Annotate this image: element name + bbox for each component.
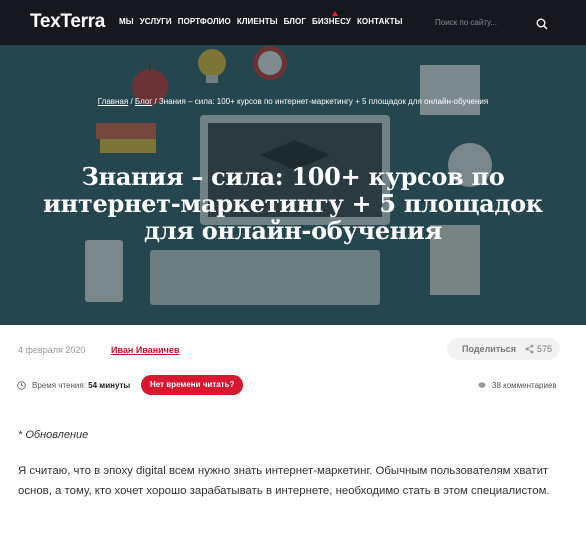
breadcrumb-blog[interactable]: Блог: [135, 97, 152, 106]
nav-item-business[interactable]: БИЗНЕСУ: [311, 11, 351, 26]
comments-link[interactable]: 38 комментариев: [492, 381, 557, 390]
site-search: [435, 12, 550, 34]
business-flag-icon: [331, 11, 338, 16]
reading-meta: Время чтения: 54 минуты Нет времени чита…: [0, 374, 586, 398]
share-icon: [525, 344, 534, 354]
share-count: 575: [537, 344, 553, 354]
search-icon[interactable]: [536, 18, 548, 30]
update-note: * Обновление: [18, 429, 89, 441]
reading-time: Время чтения: 54 минуты: [32, 381, 130, 390]
reading-time-label: Время чтения:: [32, 381, 86, 390]
site-logo[interactable]: TexTerra: [30, 11, 105, 33]
share-label: Поделиться: [462, 344, 517, 354]
share-button[interactable]: Поделиться 575: [447, 338, 560, 360]
breadcrumb-home[interactable]: Главная: [98, 97, 128, 106]
author-link[interactable]: Иван Иваничев: [111, 345, 179, 355]
breadcrumb-separator: /: [130, 97, 133, 106]
site-header: TexTerra МЫ УСЛУГИ ПОРТФОЛИО КЛИЕНТЫ БЛО…: [0, 0, 586, 45]
main-nav: МЫ УСЛУГИ ПОРТФОЛИО КЛИЕНТЫ БЛОГ БИЗНЕСУ…: [119, 11, 403, 26]
page-title: Знания – сила: 100+ курсов по интернет-м…: [43, 162, 543, 245]
search-input[interactable]: [435, 12, 535, 33]
reading-time-value: 54 минуты: [88, 381, 131, 390]
comment-icon: [478, 382, 486, 388]
nav-item-services[interactable]: УСЛУГИ: [140, 17, 172, 26]
breadcrumb: Главная / Блог / Знания – сила: 100+ кур…: [0, 97, 586, 106]
clock-icon: [17, 381, 26, 390]
nav-item-business-label: БИЗНЕСУ: [311, 17, 351, 26]
breadcrumb-current: Знания – сила: 100+ курсов по интернет-м…: [158, 97, 489, 106]
logo-text: TexTerra: [30, 11, 106, 32]
article-paragraph: Я считаю, что в эпоху digital всем нужно…: [18, 465, 550, 497]
nav-item-blog[interactable]: БЛОГ: [284, 17, 306, 26]
nav-item-about[interactable]: МЫ: [119, 17, 134, 26]
nav-item-portfolio[interactable]: ПОРТФОЛИО: [178, 17, 231, 26]
hero-banner: Главная / Блог / Знания – сила: 100+ кур…: [0, 45, 586, 325]
nav-item-clients[interactable]: КЛИЕНТЫ: [237, 17, 278, 26]
nav-item-contacts[interactable]: КОНТАКТЫ: [357, 17, 403, 26]
article-meta: 4 февраля 2020 Иван Иваничев Поделиться …: [0, 336, 586, 364]
no-time-to-read-button[interactable]: Нет времени читать?: [141, 375, 244, 395]
breadcrumb-separator: /: [154, 97, 157, 106]
publish-date: 4 февраля 2020: [18, 345, 86, 355]
